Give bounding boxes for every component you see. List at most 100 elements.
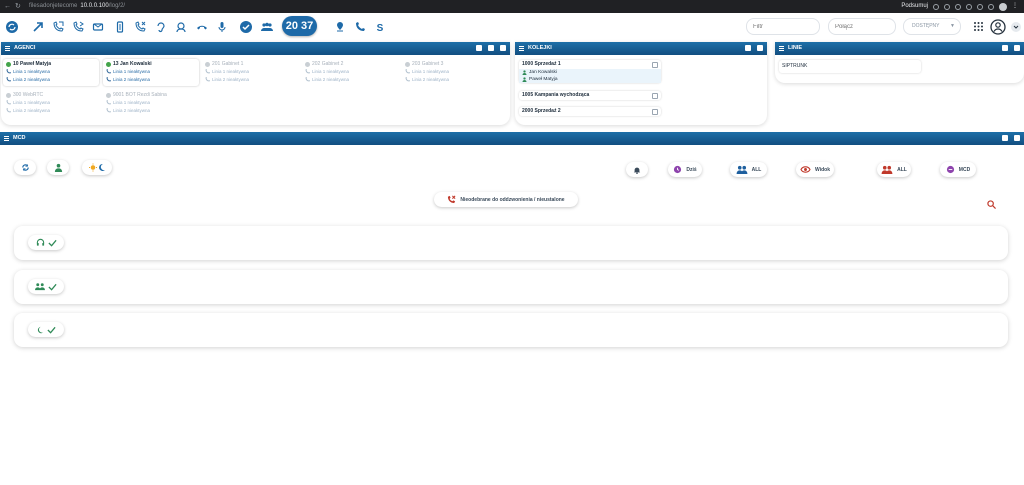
save-icon[interactable]	[1002, 45, 1008, 51]
status-select[interactable]: DOSTĘPNY ▼	[903, 18, 961, 35]
agent-line-2[interactable]: Linia 2 nieaktywna	[6, 77, 50, 82]
call-transfer-icon[interactable]	[68, 17, 87, 36]
agent-card[interactable]: 300 WebRTC Linia 1 nieaktywna Linia 2 niea…	[3, 90, 99, 117]
mcd-filter-button[interactable]: MCD	[940, 162, 976, 177]
summarize-button[interactable]: Podsumuj	[901, 2, 928, 11]
voicemail-icon[interactable]	[88, 17, 107, 36]
reload-icon[interactable]: ↻	[15, 3, 21, 10]
notifications-button[interactable]	[626, 162, 648, 177]
address-bar[interactable]: filesadonjetecome 10.0.0.100/log/2/	[29, 2, 189, 11]
missed-call-icon[interactable]	[130, 17, 149, 36]
dialpad-icon[interactable]	[969, 17, 988, 36]
agent-line-1[interactable]: Linia 1 nieaktywna	[305, 69, 349, 74]
agent-line-1[interactable]: Linia 1 nieaktywna	[106, 100, 150, 105]
mcd-filter-button[interactable]: Widok	[796, 162, 834, 177]
menu-icon[interactable]	[519, 46, 524, 51]
grid-icon[interactable]	[757, 45, 763, 51]
mcd-user-button[interactable]	[47, 160, 69, 175]
menu-icon[interactable]	[779, 46, 784, 51]
chevron-down-icon: ▼	[950, 23, 955, 29]
agent-line-1[interactable]: Linia 1 nieaktywna	[106, 69, 150, 74]
queue-card[interactable]: 1005 Kampania wychodząca	[519, 91, 661, 100]
mcd-refresh-button[interactable]	[14, 160, 36, 175]
summarize-icon[interactable]	[933, 3, 939, 10]
agent-line-2[interactable]: Linia 2 nieaktywna	[305, 77, 349, 82]
menu-icon[interactable]	[4, 136, 9, 141]
mcd-section-night	[14, 313, 1008, 347]
menu-icon[interactable]	[5, 46, 10, 51]
microphone-icon[interactable]	[212, 17, 231, 36]
day-night-button[interactable]	[82, 160, 112, 175]
mcd-filter-button[interactable]: ALL	[730, 162, 767, 177]
bookmark-icon[interactable]	[966, 3, 972, 10]
zoom-icon[interactable]	[944, 3, 950, 10]
refresh-icon[interactable]	[2, 17, 21, 36]
search-icon	[986, 200, 996, 209]
agent-card[interactable]: 201 Gabinet 1 Linia 1 nieaktywna Linia 2 n…	[202, 59, 298, 86]
agent-card[interactable]: 10 Paweł Matyja Linia 1 nieaktywna Linia 2…	[3, 59, 99, 86]
extensions-icon[interactable]	[977, 3, 983, 10]
save-icon[interactable]	[500, 45, 506, 51]
user-profile-icon[interactable]	[988, 17, 1007, 36]
phone-icon	[6, 100, 11, 105]
mcd-panel-header: MCD	[0, 132, 1024, 145]
support-agent-icon[interactable]	[171, 17, 190, 36]
queue-card[interactable]: 2000 Sprzedaż 2	[519, 107, 661, 116]
queue-options-icon[interactable]	[652, 62, 658, 68]
section-toggle-button[interactable]	[28, 279, 64, 294]
queue-member[interactable]: Jan Kowalski	[519, 69, 661, 76]
save-icon[interactable]	[745, 45, 751, 51]
save-icon[interactable]	[1002, 135, 1008, 141]
browser-toolbar: ← ↻ filesadonjetecome 10.0.0.100/log/2/ P…	[0, 0, 1024, 13]
call-forward-icon[interactable]	[48, 17, 67, 36]
lines-panel-title: LINIE	[788, 45, 803, 51]
grid-icon[interactable]	[1014, 45, 1020, 51]
line-item[interactable]: SIPTRUNK	[779, 60, 921, 73]
agent-line-1[interactable]: Linia 1 nieaktywna	[6, 69, 50, 74]
phone-icon[interactable]	[350, 17, 369, 36]
agent-line-1[interactable]: Linia 1 nieaktywna	[6, 100, 50, 105]
conference-icon[interactable]	[257, 17, 276, 36]
queue-options-icon[interactable]	[652, 109, 658, 115]
megaphone-icon[interactable]	[476, 45, 482, 51]
section-toggle-button[interactable]	[28, 322, 64, 337]
account-menu-chevron-icon[interactable]	[1008, 17, 1024, 36]
section-toggle-button[interactable]	[28, 235, 64, 250]
mobile-phone-icon[interactable]	[110, 17, 129, 36]
location-pin-icon[interactable]	[330, 17, 349, 36]
missed-calls-button[interactable]: Nieodebrane do oddzwonienia / nieustalon…	[434, 192, 578, 207]
call-input[interactable]	[828, 18, 896, 35]
browser-profile-icon[interactable]	[999, 2, 1007, 11]
skype-icon[interactable]: S	[370, 17, 389, 36]
grid-icon[interactable]	[1014, 135, 1020, 141]
agent-card[interactable]: 202 Gabinet 2 Linia 1 nieaktywna Linia 2 n…	[302, 59, 398, 86]
translate-icon[interactable]	[955, 3, 961, 10]
agent-line-2[interactable]: Linia 2 nieaktywna	[405, 77, 449, 82]
back-icon[interactable]: ←	[4, 3, 11, 10]
agent-line-1[interactable]: Linia 1 nieaktywna	[405, 69, 449, 74]
agent-card[interactable]: 203 Gabinet 3 Linia 1 nieaktywna Linia 2 n…	[402, 59, 498, 86]
check-circle-icon[interactable]	[236, 17, 255, 36]
download-icon[interactable]	[988, 3, 994, 10]
queue-member[interactable]: Paweł Matyja	[519, 76, 661, 83]
agent-card[interactable]: 9001 BOT Rezdi Sabina Linia 1 nieaktywna L…	[103, 90, 199, 117]
mcd-search-button[interactable]	[980, 197, 1002, 212]
line-status: Linia 1 nieaktywna	[312, 69, 350, 74]
hangup-icon[interactable]	[192, 17, 211, 36]
agent-card[interactable]: 13 Jan Kowalski Linia 1 nieaktywna Linia 2…	[103, 59, 199, 86]
agent-line-2[interactable]: Linia 2 nieaktywna	[6, 108, 50, 113]
filter-input[interactable]	[746, 18, 820, 35]
queue-options-icon[interactable]	[652, 93, 658, 99]
filter-label: Dziś	[686, 166, 697, 173]
mcd-filter-button[interactable]: Dziś	[668, 162, 702, 177]
agent-line-1[interactable]: Linia 1 nieaktywna	[205, 69, 249, 74]
queue-card[interactable]: 1000 Sprzedaż 1 Jan Kowalski Paweł Matyja	[519, 60, 661, 83]
browser-menu-icon[interactable]: ⋮	[1012, 2, 1018, 11]
outgoing-call-icon[interactable]	[28, 17, 47, 36]
grid-icon[interactable]	[488, 45, 494, 51]
agent-line-2[interactable]: Linia 2 nieaktywna	[106, 77, 150, 82]
mcd-filter-button[interactable]: ALL	[877, 162, 911, 177]
hearing-icon[interactable]	[151, 17, 170, 36]
agent-line-2[interactable]: Linia 2 nieaktywna	[205, 77, 249, 82]
agent-line-2[interactable]: Linia 2 nieaktywna	[106, 108, 150, 113]
